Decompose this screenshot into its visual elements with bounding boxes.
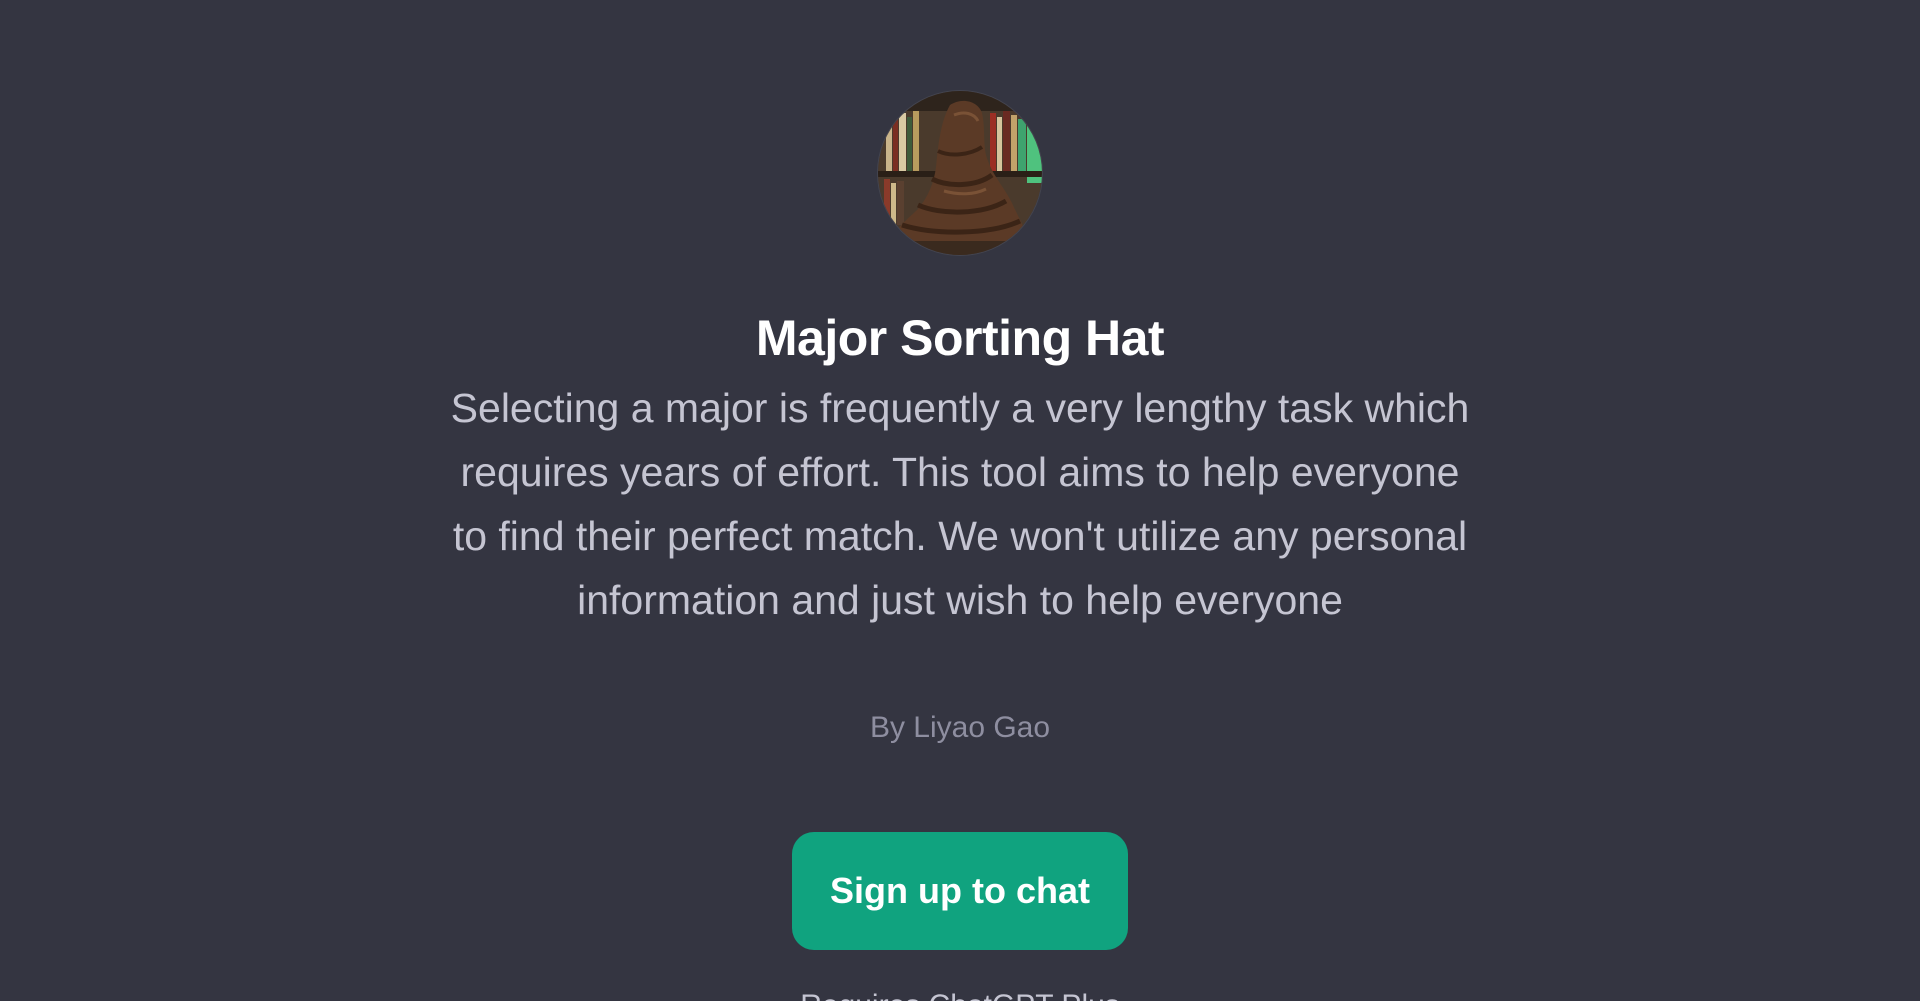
requires-plus-note: Requires ChatGPT Plus	[0, 986, 1920, 1001]
sign-up-to-chat-button[interactable]: Sign up to chat	[792, 832, 1128, 950]
gpt-description: Selecting a major is frequently a very l…	[450, 385, 1470, 623]
gpt-title: Major Sorting Hat	[755, 310, 1165, 366]
gpt-author: By Liyao Gao	[869, 711, 1051, 744]
sorting-hat-icon	[878, 91, 1042, 255]
gpt-avatar	[878, 91, 1042, 255]
gpt-landing-page: Major Sorting Hat Selecting a major is f…	[0, 0, 1920, 1001]
